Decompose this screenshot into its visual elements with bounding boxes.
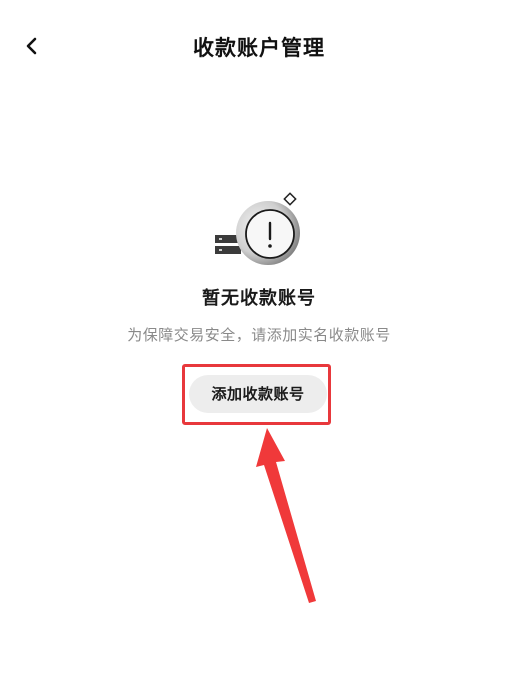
- empty-state: 暂无收款账号 为保障交易安全，请添加实名收款账号 添加收款账号: [0, 190, 518, 450]
- empty-state-subtitle: 为保障交易安全，请添加实名收款账号: [127, 326, 391, 344]
- alert-coin-icon: [215, 192, 300, 265]
- empty-state-title: 暂无收款账号: [202, 288, 316, 309]
- page-title: 收款账户管理: [193, 36, 325, 60]
- add-account-button[interactable]: 添加收款账号: [189, 375, 327, 413]
- annotation-arrow: [256, 428, 316, 603]
- navigation-bar: 收款账户管理: [0, 0, 518, 96]
